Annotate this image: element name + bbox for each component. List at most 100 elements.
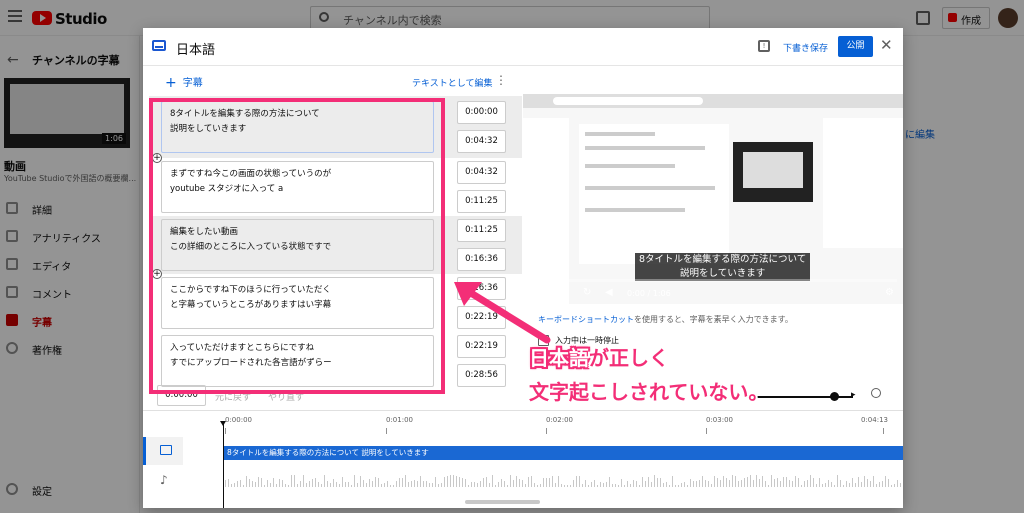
waveform-bar xyxy=(792,481,793,487)
waveform-bar xyxy=(432,483,433,487)
end-time-field[interactable]: 0:16:36 xyxy=(457,248,506,271)
annotation-line-2: 文字起こしされていない。 xyxy=(529,376,768,405)
waveform-bar xyxy=(630,484,631,487)
waveform-bar xyxy=(480,481,481,487)
waveform-bar xyxy=(522,480,523,487)
waveform-bar xyxy=(339,484,340,487)
waveform-bar xyxy=(378,478,379,487)
preview-line xyxy=(585,186,715,190)
waveform-bar xyxy=(408,482,409,487)
player-time: 0:00 / 1:06 xyxy=(627,289,671,298)
caption-toolbar: + 字幕 テキストとして編集 ⋮ xyxy=(143,66,516,96)
start-time-field[interactable]: 0:00:00 xyxy=(457,101,506,124)
waveform-bar xyxy=(816,484,817,487)
more-vert-icon[interactable]: ⋮ xyxy=(495,73,507,87)
zoom-in-icon[interactable] xyxy=(871,388,881,398)
publish-button[interactable]: 公開 xyxy=(838,36,873,57)
volume-icon[interactable]: ◀ xyxy=(605,287,613,298)
waveform-bar xyxy=(426,481,427,487)
waveform-bar xyxy=(513,480,514,487)
waveform-bar xyxy=(282,480,283,487)
add-caption-button[interactable]: + 字幕 xyxy=(165,74,203,91)
save-draft-button[interactable]: 下書き保存 xyxy=(783,41,828,54)
timeline-tick xyxy=(386,428,387,434)
waveform-bar xyxy=(318,482,319,487)
subtitles-track-icon xyxy=(160,445,172,455)
waveform-bar xyxy=(300,481,301,487)
waveform-bar xyxy=(258,477,259,487)
waveform-bar xyxy=(795,476,796,487)
waveform-bar xyxy=(249,479,250,487)
waveform-bar xyxy=(747,477,748,487)
waveform-bar xyxy=(411,481,412,487)
waveform-bar xyxy=(450,475,451,487)
waveform-bar xyxy=(321,484,322,487)
waveform-bar xyxy=(414,480,415,487)
waveform-bar xyxy=(336,482,337,487)
timeline-scrollbar[interactable] xyxy=(465,500,540,504)
close-icon[interactable]: ✕ xyxy=(880,36,893,54)
waveform-bar xyxy=(639,485,640,487)
video-progress-bar[interactable] xyxy=(529,279,897,282)
waveform-bar xyxy=(852,478,853,487)
waveform-bar xyxy=(357,483,358,487)
end-time-field[interactable]: 0:04:32 xyxy=(457,130,506,153)
waveform-bar xyxy=(399,478,400,487)
waveform-bar xyxy=(405,475,406,487)
waveform-bar xyxy=(585,480,586,487)
waveform-bar xyxy=(453,475,454,487)
waveform-bar xyxy=(636,481,637,487)
waveform-bar xyxy=(615,484,616,487)
keyboard-shortcuts-link[interactable]: キーボードショートカット xyxy=(538,315,634,324)
waveform-bar xyxy=(363,480,364,487)
waveform-bar xyxy=(714,476,715,487)
waveform-bar xyxy=(678,485,679,487)
waveform-bar xyxy=(606,482,607,487)
video-preview[interactable]: 8タイトルを編集する際の方法について 説明をしていきます ▶ ↺ ↻ ◀ 0:0… xyxy=(523,94,903,304)
feedback-icon[interactable]: ! xyxy=(758,40,770,52)
waveform-bar xyxy=(702,476,703,487)
waveform-bar xyxy=(531,476,532,487)
edit-as-text-button[interactable]: テキストとして編集 xyxy=(412,76,492,89)
waveform-bar xyxy=(435,477,436,487)
waveform-bar xyxy=(387,481,388,487)
zoom-slider-handle[interactable] xyxy=(830,392,839,401)
waveform-bar xyxy=(345,482,346,487)
waveform-bar xyxy=(579,476,580,487)
waveform-bar xyxy=(303,475,304,487)
waveform-bar xyxy=(708,481,709,487)
waveform-bar xyxy=(780,481,781,487)
timeline-caption-block[interactable]: 8タイトルを編集する際の方法について 説明をしていきます xyxy=(223,446,903,460)
waveform-bar xyxy=(312,479,313,487)
timeline-playhead[interactable] xyxy=(220,421,226,508)
end-time-field[interactable]: 0:11:25 xyxy=(457,190,506,213)
waveform-bar xyxy=(897,480,898,487)
waveform-bar xyxy=(273,478,274,487)
waveform-bar xyxy=(822,484,823,487)
start-time-field[interactable]: 0:11:25 xyxy=(457,219,506,242)
waveform-bar xyxy=(447,476,448,487)
preview-video-thumb xyxy=(733,142,813,202)
waveform-bar xyxy=(570,485,571,487)
waveform-bar xyxy=(288,485,289,487)
waveform-bar xyxy=(465,479,466,487)
waveform-bar xyxy=(573,480,574,487)
waveform-bar xyxy=(861,482,862,487)
dialog-header: 日本語 ! 下書き保存 公開 ✕ xyxy=(143,28,903,66)
start-time-field[interactable]: 0:04:32 xyxy=(457,161,506,184)
waveform-bar xyxy=(645,481,646,487)
video-caption-overlay: 8タイトルを編集する際の方法について 説明をしていきます xyxy=(635,253,811,281)
caption-timeline[interactable]: 0:00:00 0:01:00 0:02:00 0:03:00 0:04:13 … xyxy=(143,410,903,508)
waveform-bar xyxy=(735,476,736,487)
waveform-bar xyxy=(834,485,835,487)
waveform-bar xyxy=(684,482,685,487)
settings-gear-icon[interactable]: ⚙ xyxy=(885,287,894,298)
waveform-bar xyxy=(294,475,295,487)
waveform-bar xyxy=(771,475,772,487)
waveform-bar xyxy=(237,481,238,487)
preview-line xyxy=(585,164,675,168)
rewind-icon[interactable]: ↺ xyxy=(559,287,567,298)
annotation-word: が正しく xyxy=(589,346,669,370)
waveform-bar xyxy=(495,485,496,487)
forward-icon[interactable]: ↻ xyxy=(583,287,591,298)
